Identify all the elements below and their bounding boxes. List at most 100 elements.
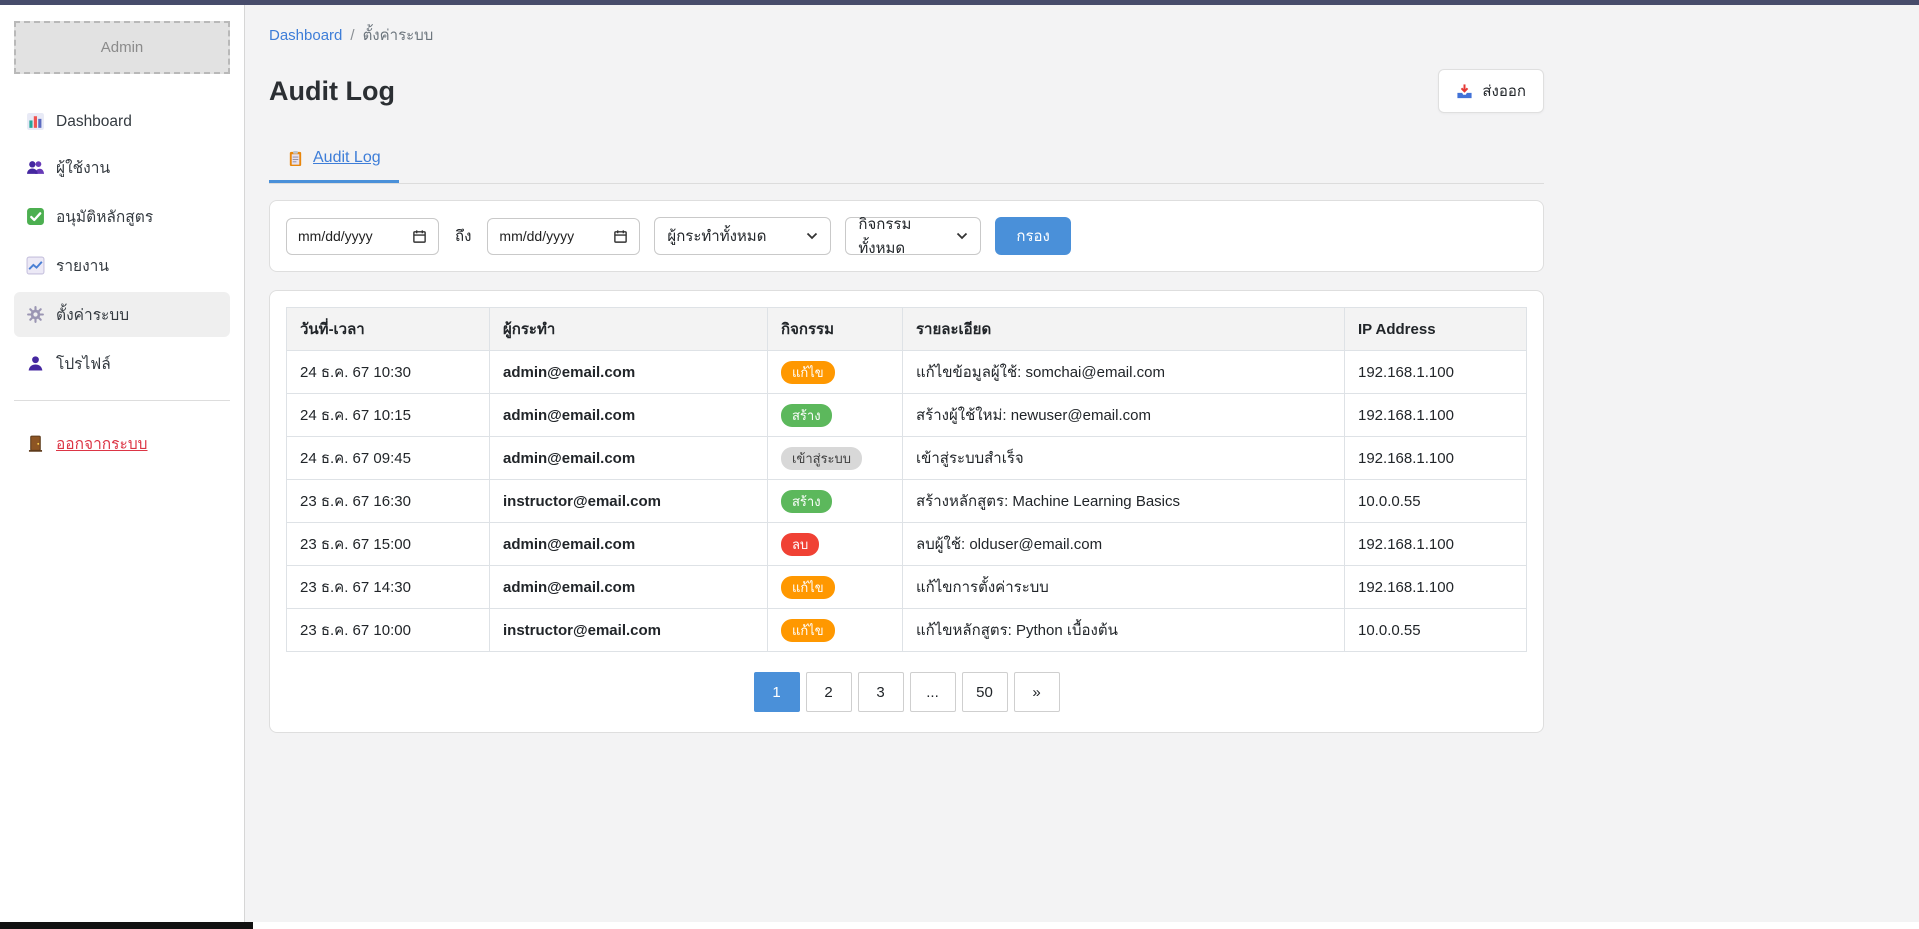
export-button-label: ส่งออก xyxy=(1482,79,1526,103)
table-row: 24 ธ.ค. 67 10:30 admin@email.com แก้ไข แ… xyxy=(287,351,1527,394)
actor-select[interactable]: ผู้กระทำทั้งหมด xyxy=(654,217,831,255)
sidebar-item-label: Dashboard xyxy=(56,113,132,131)
activity-badge: สร้าง xyxy=(781,490,832,513)
sidebar-item-profile[interactable]: โปรไฟล์ xyxy=(14,341,230,386)
breadcrumb-dashboard-link[interactable]: Dashboard xyxy=(269,27,342,44)
activity-badge: แก้ไข xyxy=(781,576,835,599)
calendar-icon xyxy=(613,229,628,244)
tab-label: Audit Log xyxy=(313,149,381,167)
breadcrumb: Dashboard / ตั้งค่าระบบ xyxy=(269,23,1544,47)
audit-log-table: วันที่-เวลา ผู้กระทำ กิจกรรม รายละเอียด … xyxy=(286,307,1527,652)
breadcrumb-separator: / xyxy=(350,27,354,44)
window-bottom-edge xyxy=(0,922,1919,929)
date-range-to-label: ถึง xyxy=(455,224,471,248)
line-chart-icon xyxy=(26,256,45,275)
pagination-page-3[interactable]: 3 xyxy=(858,672,904,712)
tab-audit-log[interactable]: Audit Log xyxy=(269,141,399,183)
cell-details: ลบผู้ใช้: olduser@email.com xyxy=(903,523,1345,566)
date-to-input[interactable]: mm/dd/yyyy xyxy=(487,218,640,255)
cell-ip: 10.0.0.55 xyxy=(1345,609,1527,652)
activity-badge: แก้ไข xyxy=(781,361,835,384)
pagination-page-2[interactable]: 2 xyxy=(806,672,852,712)
table-row: 24 ธ.ค. 67 09:45 admin@email.com เข้าสู่… xyxy=(287,437,1527,480)
cell-datetime: 24 ธ.ค. 67 10:15 xyxy=(287,394,490,437)
cell-datetime: 24 ธ.ค. 67 10:30 xyxy=(287,351,490,394)
clipboard-icon xyxy=(287,150,304,167)
cell-actor: instructor@email.com xyxy=(490,480,768,523)
activity-badge: สร้าง xyxy=(781,404,832,427)
filter-panel: mm/dd/yyyy ถึง mm/dd/yyyy ผู้กระทำทั้งหม… xyxy=(269,200,1544,272)
main-area: Dashboard / ตั้งค่าระบบ Audit Log ส่งออก A… xyxy=(245,5,1919,922)
pagination: 1 2 3 ... 50 » xyxy=(286,672,1527,712)
sidebar-item-label: ตั้งค่าระบบ xyxy=(56,302,129,327)
sidebar-item-system-settings[interactable]: ตั้งค่าระบบ xyxy=(14,292,230,337)
cell-activity: แก้ไข xyxy=(768,609,903,652)
cell-ip: 10.0.0.55 xyxy=(1345,480,1527,523)
sidebar-item-label: รายงาน xyxy=(56,253,109,278)
pagination-ellipsis: ... xyxy=(910,672,956,712)
activity-select-value: กิจกรรมทั้งหมด xyxy=(858,212,944,260)
user-icon xyxy=(26,354,45,373)
page-title: Audit Log xyxy=(269,76,395,107)
date-from-input[interactable]: mm/dd/yyyy xyxy=(286,218,439,255)
table-row: 23 ธ.ค. 67 15:00 admin@email.com ลบ ลบผู… xyxy=(287,523,1527,566)
sidebar-item-reports[interactable]: รายงาน xyxy=(14,243,230,288)
cell-actor: admin@email.com xyxy=(490,437,768,480)
users-icon xyxy=(26,158,45,177)
cell-actor: instructor@email.com xyxy=(490,609,768,652)
cell-details: แก้ไขหลักสูตร: Python เบื้องต้น xyxy=(903,609,1345,652)
tab-bar: Audit Log xyxy=(269,141,1544,184)
cell-activity: เข้าสู่ระบบ xyxy=(768,437,903,480)
cell-ip: 192.168.1.100 xyxy=(1345,437,1527,480)
sidebar-item-label: อนุมัติหลักสูตร xyxy=(56,204,153,229)
sidebar-item-course-approval[interactable]: อนุมัติหลักสูตร xyxy=(14,194,230,239)
cell-datetime: 23 ธ.ค. 67 16:30 xyxy=(287,480,490,523)
cell-activity: สร้าง xyxy=(768,480,903,523)
cell-activity: สร้าง xyxy=(768,394,903,437)
cell-ip: 192.168.1.100 xyxy=(1345,523,1527,566)
sidebar-item-users[interactable]: ผู้ใช้งาน xyxy=(14,145,230,190)
download-tray-icon xyxy=(1456,83,1473,100)
gear-icon xyxy=(26,305,45,324)
table-row: 24 ธ.ค. 67 10:15 admin@email.com สร้าง ส… xyxy=(287,394,1527,437)
cell-ip: 192.168.1.100 xyxy=(1345,351,1527,394)
cell-actor: admin@email.com xyxy=(490,566,768,609)
door-icon xyxy=(26,434,45,453)
sidebar-divider xyxy=(14,400,230,401)
cell-actor: admin@email.com xyxy=(490,523,768,566)
cell-details: เข้าสู่ระบบสำเร็จ xyxy=(903,437,1345,480)
chevron-down-icon xyxy=(806,232,818,240)
activity-badge: เข้าสู่ระบบ xyxy=(781,447,862,470)
sidebar-item-label: โปรไฟล์ xyxy=(56,351,111,376)
brand-placeholder: Admin xyxy=(14,21,230,74)
export-button[interactable]: ส่งออก xyxy=(1438,69,1544,113)
cell-ip: 192.168.1.100 xyxy=(1345,566,1527,609)
cell-activity: ลบ xyxy=(768,523,903,566)
logout-label: ออกจากระบบ xyxy=(56,431,148,456)
cell-datetime: 24 ธ.ค. 67 09:45 xyxy=(287,437,490,480)
date-to-value: mm/dd/yyyy xyxy=(499,228,574,244)
bar-chart-icon xyxy=(26,112,45,131)
calendar-icon xyxy=(412,229,427,244)
sidebar-item-dashboard[interactable]: Dashboard xyxy=(14,102,230,141)
pagination-page-50[interactable]: 50 xyxy=(962,672,1008,712)
breadcrumb-current: ตั้งค่าระบบ xyxy=(363,27,434,44)
cell-details: สร้างผู้ใช้ใหม่: newuser@email.com xyxy=(903,394,1345,437)
cell-activity: แก้ไข xyxy=(768,351,903,394)
table-row: 23 ธ.ค. 67 14:30 admin@email.com แก้ไข แ… xyxy=(287,566,1527,609)
cell-details: แก้ไขการตั้งค่าระบบ xyxy=(903,566,1345,609)
activity-badge: แก้ไข xyxy=(781,619,835,642)
activity-select[interactable]: กิจกรรมทั้งหมด xyxy=(845,217,981,255)
sidebar: Admin Dashboard ผู้ใช้งาน อนุมัติหลักสูต… xyxy=(0,5,245,922)
cell-ip: 192.168.1.100 xyxy=(1345,394,1527,437)
cell-datetime: 23 ธ.ค. 67 14:30 xyxy=(287,566,490,609)
pagination-page-1[interactable]: 1 xyxy=(754,672,800,712)
audit-log-panel: วันที่-เวลา ผู้กระทำ กิจกรรม รายละเอียด … xyxy=(269,290,1544,733)
pagination-next-button[interactable]: » xyxy=(1014,672,1060,712)
actor-select-value: ผู้กระทำทั้งหมด xyxy=(667,224,766,248)
column-header-activity: กิจกรรม xyxy=(768,308,903,351)
cell-datetime: 23 ธ.ค. 67 10:00 xyxy=(287,609,490,652)
check-icon xyxy=(26,207,45,226)
filter-button[interactable]: กรอง xyxy=(995,217,1070,255)
logout-link[interactable]: ออกจากระบบ xyxy=(14,423,230,464)
